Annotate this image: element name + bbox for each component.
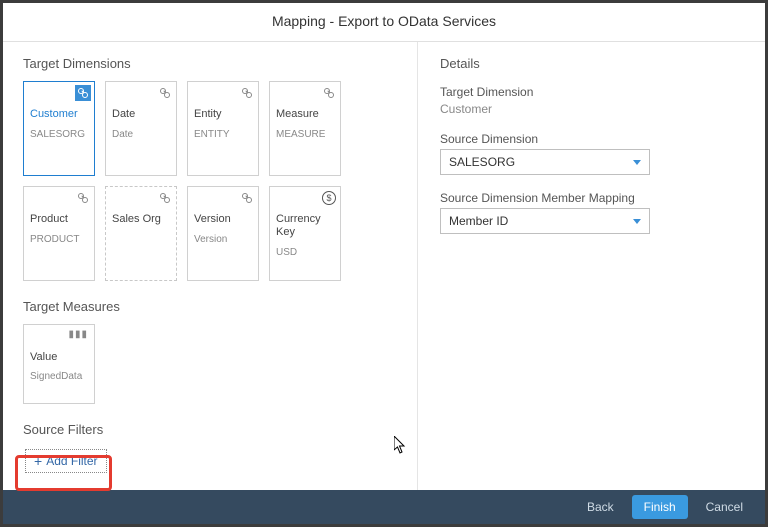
member-mapping-select[interactable]: Member ID: [440, 208, 650, 234]
dimension-card-product[interactable]: Product PRODUCT: [23, 186, 95, 281]
link-icon: [239, 190, 255, 206]
left-pane: Target Dimensions Customer SALESORG Date…: [3, 42, 418, 490]
target-dimension-value: Customer: [440, 102, 747, 116]
plus-icon: +: [34, 454, 42, 468]
mapping-dialog: Mapping - Export to OData Services Targe…: [3, 3, 765, 524]
card-sub: Version: [194, 234, 252, 245]
card-sub: USD: [276, 247, 334, 258]
card-title: Currency Key: [276, 213, 334, 239]
right-pane: Details Target Dimension Customer Source…: [418, 42, 765, 490]
details-heading: Details: [440, 56, 747, 71]
card-title: Sales Org: [112, 213, 170, 226]
dialog-footer: Back Finish Cancel: [3, 490, 765, 524]
target-dimension-label: Target Dimension: [440, 85, 747, 99]
chevron-down-icon: [633, 160, 641, 165]
currency-icon-wrap: $: [321, 190, 337, 206]
link-icon: [157, 85, 173, 101]
link-icon: [75, 190, 91, 206]
dimension-card-measure[interactable]: Measure MEASURE: [269, 81, 341, 176]
card-title: Value: [30, 351, 88, 363]
card-title: Customer: [30, 108, 88, 121]
dimension-card-entity[interactable]: Entity ENTITY: [187, 81, 259, 176]
back-button[interactable]: Back: [575, 495, 626, 519]
dialog-body: Target Dimensions Customer SALESORG Date…: [3, 42, 765, 490]
dimension-card-salesorg[interactable]: Sales Org: [105, 186, 177, 281]
card-sub: MEASURE: [276, 129, 334, 140]
card-title: Product: [30, 213, 88, 226]
source-dimension-select[interactable]: SALESORG: [440, 149, 650, 175]
measure-card-value[interactable]: ▮▮▮ Value SignedData: [23, 324, 95, 404]
card-sub: Date: [112, 129, 170, 140]
card-title: Date: [112, 108, 170, 121]
source-dimension-label: Source Dimension: [440, 132, 747, 146]
link-icon: [75, 85, 91, 101]
add-filter-label: Add Filter: [46, 454, 97, 468]
card-sub: SALESORG: [30, 129, 88, 140]
card-title: Version: [194, 213, 252, 226]
member-mapping-label: Source Dimension Member Mapping: [440, 191, 747, 205]
measure-cards: ▮▮▮ Value SignedData: [23, 324, 401, 404]
measure-icon: ▮▮▮: [68, 329, 88, 340]
dimension-card-customer[interactable]: Customer SALESORG: [23, 81, 95, 176]
source-filters-heading: Source Filters: [23, 422, 401, 437]
dialog-title: Mapping - Export to OData Services: [3, 3, 765, 42]
card-title: Measure: [276, 108, 334, 121]
card-title: Entity: [194, 108, 252, 121]
card-sub: SignedData: [30, 371, 88, 382]
dimension-card-date[interactable]: Date Date: [105, 81, 177, 176]
add-filter-button[interactable]: + Add Filter: [25, 449, 107, 473]
chevron-down-icon: [633, 219, 641, 224]
link-icon: [321, 85, 337, 101]
currency-icon: $: [322, 191, 336, 205]
card-sub: ENTITY: [194, 129, 252, 140]
dimension-card-currency[interactable]: $ Currency Key USD: [269, 186, 341, 281]
link-icon: [157, 190, 173, 206]
finish-button[interactable]: Finish: [632, 495, 688, 519]
card-sub: PRODUCT: [30, 234, 88, 245]
dimension-card-version[interactable]: Version Version: [187, 186, 259, 281]
link-icon: [239, 85, 255, 101]
member-mapping-selected: Member ID: [449, 214, 508, 228]
target-measures-heading: Target Measures: [23, 299, 401, 314]
target-dimensions-heading: Target Dimensions: [23, 56, 401, 71]
source-dimension-selected: SALESORG: [449, 155, 515, 169]
cancel-button[interactable]: Cancel: [694, 495, 755, 519]
dimension-cards: Customer SALESORG Date Date Entity ENTIT…: [23, 81, 401, 281]
